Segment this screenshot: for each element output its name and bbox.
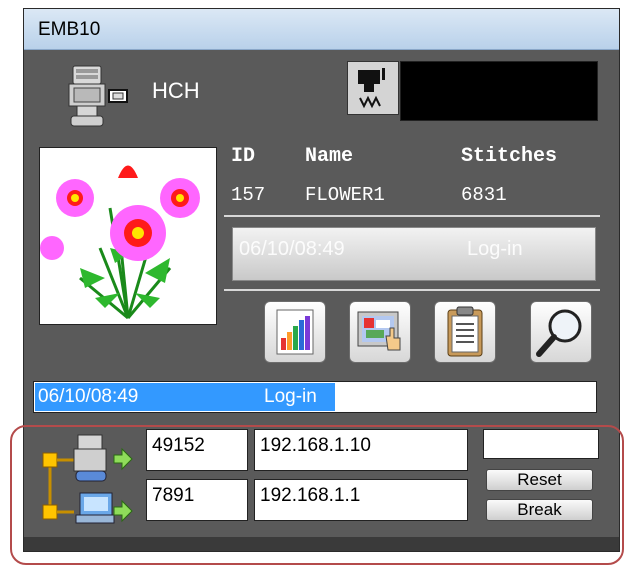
monitor-button[interactable] [349, 301, 411, 363]
magnifier-icon [536, 309, 582, 357]
embroidery-machine-icon [67, 64, 131, 130]
design-id: 157 [231, 184, 266, 206]
clipboard-button[interactable] [434, 301, 496, 363]
chart-icon [276, 309, 314, 355]
divider [224, 215, 600, 217]
column-stitches: Stitches [461, 145, 558, 168]
divider [224, 289, 600, 291]
search-button[interactable] [530, 301, 592, 363]
column-name: Name [305, 145, 354, 168]
window-title: EMB10 [38, 19, 101, 40]
design-stitches: 6831 [461, 184, 507, 206]
column-id: ID [231, 145, 256, 168]
design-name: FLOWER1 [305, 184, 385, 206]
progress-strip-text-right: Log-in [467, 238, 523, 260]
monitor-pointer-icon [357, 311, 401, 351]
title-bar: EMB10 [24, 9, 619, 50]
machine-label: HCH [152, 78, 200, 103]
log-list[interactable]: 06/10/08:49 Log-in [33, 381, 597, 413]
progress-strip-text: 06/10/08:49 [239, 238, 345, 260]
progress-strip: 06/10/08:49 Log-in [232, 227, 596, 281]
log-message: Log-in [264, 386, 317, 407]
needle-icon [347, 61, 399, 115]
clipboard-icon [447, 306, 483, 357]
design-preview-image [39, 147, 217, 325]
status-display [400, 61, 598, 121]
log-timestamp: 06/10/08:49 [38, 386, 139, 407]
log-entry-selected[interactable]: 06/10/08:49 Log-in [35, 383, 335, 411]
chart-button[interactable] [264, 301, 326, 363]
highlight-frame [10, 425, 624, 565]
